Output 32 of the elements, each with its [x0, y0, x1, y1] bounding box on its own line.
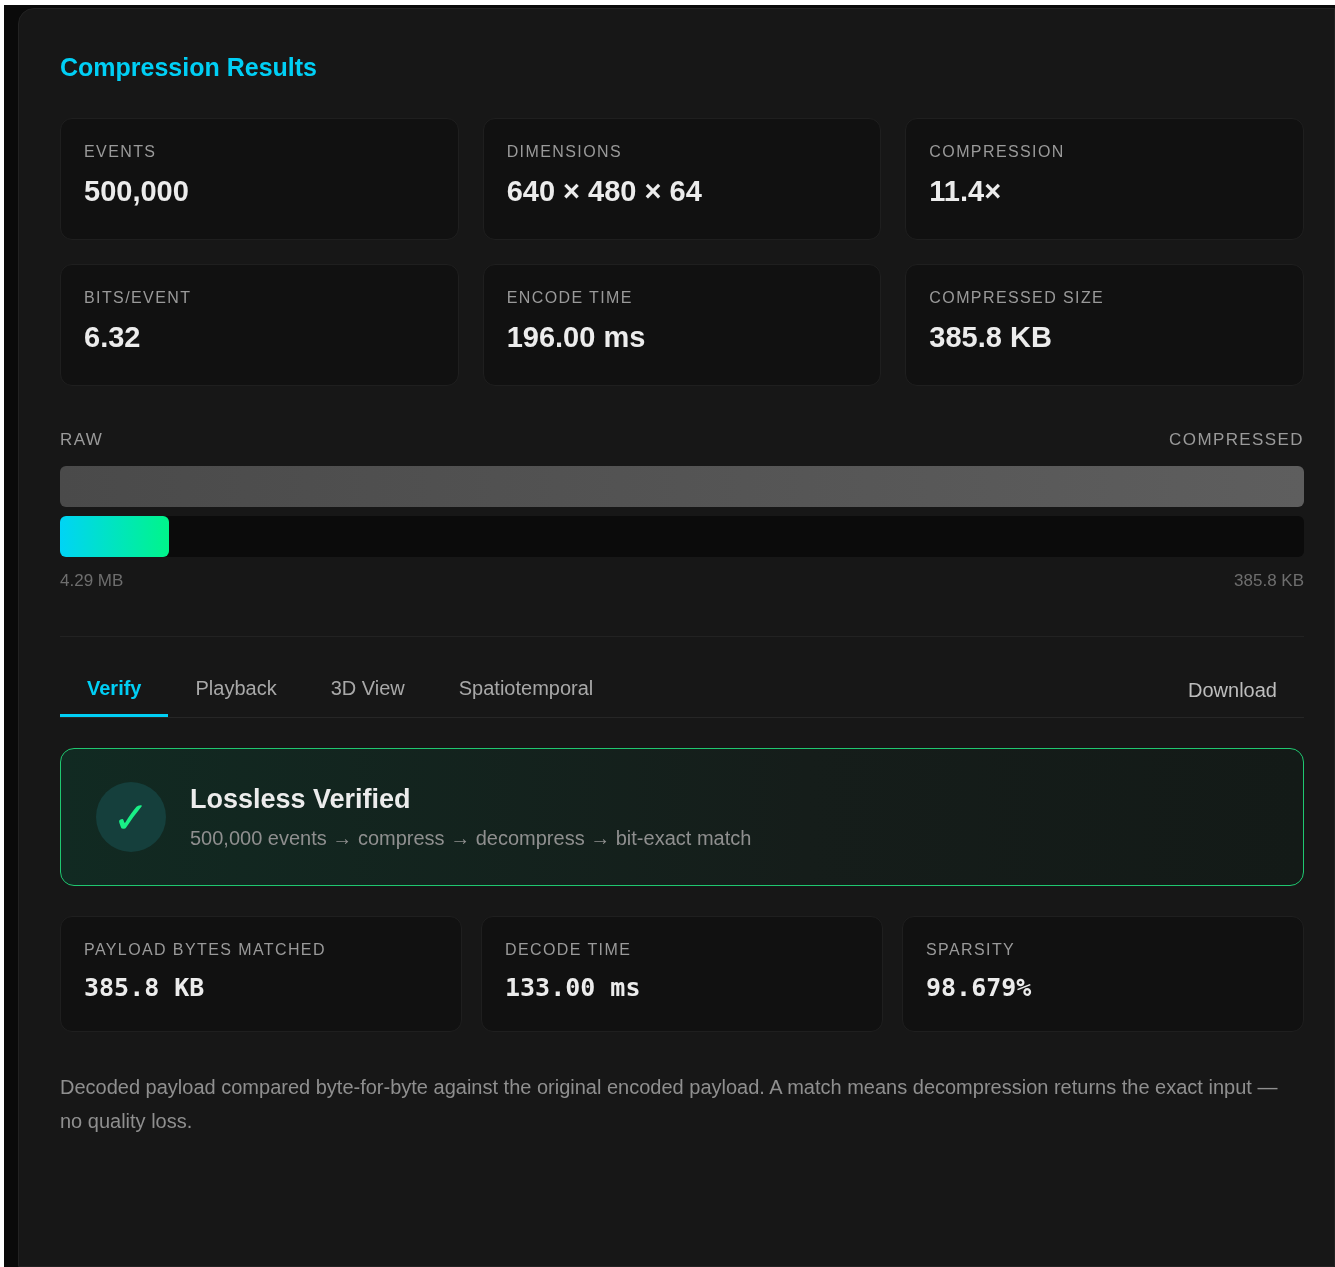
compressed-label: COMPRESSED	[1169, 430, 1304, 450]
stat-value: 385.8 KB	[929, 321, 1053, 354]
stat-value: 640 × 480 × 64	[506, 175, 703, 208]
tab[interactable]: Verify	[60, 677, 169, 717]
compressed-size-reading: 385.8 KB	[1234, 571, 1304, 591]
stat-value: 385.8 KB	[84, 973, 206, 1002]
tab[interactable]: Spatiotemporal	[431, 677, 621, 717]
stat-label: ENCODE TIME	[506, 289, 634, 307]
panel-title: Compression Results	[60, 53, 318, 82]
stat-value: 98.679%	[926, 973, 1033, 1002]
banner-title: Lossless Verified	[190, 784, 412, 815]
stat-label: EVENTS	[84, 143, 158, 161]
check-icon: ✓	[96, 782, 166, 852]
stat-value: 196.00 ms	[506, 321, 647, 354]
stat-value: 11.4×	[929, 175, 1003, 208]
stat-label: PAYLOAD BYTES MATCHED	[84, 941, 327, 959]
stat-label: COMPRESSION	[929, 143, 1066, 161]
stat-value: 133.00 ms	[505, 973, 642, 1002]
stat-label: BITS/EVENT	[84, 289, 193, 307]
raw-size-reading: 4.29 MB	[60, 571, 124, 591]
tab[interactable]: Playback	[168, 677, 304, 717]
stat-label: COMPRESSED SIZE	[929, 289, 1106, 307]
stat-label: DIMENSIONS	[506, 143, 623, 161]
stat-label: DECODE TIME	[505, 941, 633, 959]
tab[interactable]: 3D View	[303, 677, 432, 717]
stat-value: 500,000	[84, 175, 190, 208]
note-text: Decoded payload compared byte-for-byte against the original encoded payload. A match means decompression returns the exact input — no quality loss.	[60, 1075, 1279, 1134]
stat-label: SPARSITY	[926, 941, 1017, 959]
banner-detail: 500,000 events → compress → decompress → bit-exact match	[190, 827, 752, 850]
raw-label: RAW	[60, 430, 104, 450]
download-button[interactable]: Download	[1161, 677, 1304, 717]
stat-value: 6.32	[84, 321, 142, 354]
